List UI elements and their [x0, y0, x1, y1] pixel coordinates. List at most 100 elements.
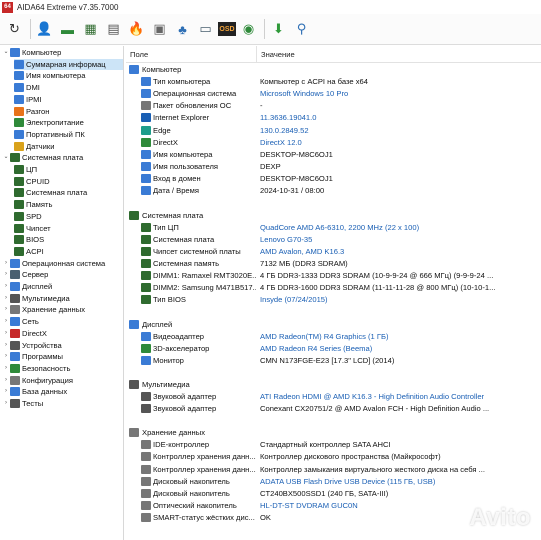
tree-item[interactable]: BIOS	[14, 234, 123, 245]
list-row[interactable]: Edge 130.0.2849.52	[126, 125, 541, 136]
refresh-icon[interactable]: ↻	[4, 19, 25, 40]
tree-item[interactable]: ЦП	[14, 164, 123, 175]
memory-icon[interactable]: ▬	[57, 19, 78, 40]
expand-toggle-icon[interactable]: ›	[2, 269, 10, 280]
list-row[interactable]: Контроллер хранения данн... Контроллер за…	[126, 464, 541, 475]
tree-item[interactable]: Системная плата	[14, 187, 123, 198]
list-row[interactable]: DirectX DirectX 12.0	[126, 137, 541, 148]
list-row[interactable]: Звуковой адаптер ATI Radeon HDMI @ AMD K1…	[126, 391, 541, 402]
navigation-tree[interactable]: ⌄ Компьютер Суммарная информац Имя компьюте…	[0, 46, 124, 540]
field-value[interactable]: Insyde (07/24/2015)	[260, 295, 541, 304]
list-row[interactable]: Видеоадаптер AMD Radeon(TM) R4 Graphics (…	[126, 331, 541, 342]
field-value[interactable]: ADATA USB Flash Drive USB Device (115 ГБ…	[260, 477, 541, 486]
tree-item[interactable]: ⌄ Компьютер	[2, 47, 123, 58]
expand-toggle-icon[interactable]: ›	[2, 328, 10, 339]
expand-toggle-icon[interactable]: ›	[2, 398, 10, 409]
column-header-field[interactable]: Поле	[130, 50, 148, 59]
list-row[interactable]: 3D-акселератор AMD Radeon R4 Series (Beem…	[126, 343, 541, 354]
report-icon[interactable]: ▤	[103, 19, 124, 40]
list-row[interactable]: Дата / Время 2024-10-31 / 08:00	[126, 185, 541, 196]
tree-item[interactable]: DMI	[14, 82, 123, 93]
field-value[interactable]: DirectX 12.0	[260, 138, 541, 147]
field-value[interactable]: AMD Avalon, AMD K16.3	[260, 247, 541, 256]
tree-item[interactable]: › Устройства	[2, 340, 123, 351]
list-row[interactable]: Монитор CMN N173FGE-E23 [17.3" LCD] (2014…	[126, 355, 541, 366]
tree-item[interactable]: › Безопасность	[2, 363, 123, 374]
expand-toggle-icon[interactable]: ⌄	[2, 152, 10, 163]
tree-item[interactable]: › Мультимедиа	[2, 293, 123, 304]
expand-toggle-icon[interactable]: ›	[2, 386, 10, 397]
expand-toggle-icon[interactable]: ⌄	[2, 47, 10, 58]
list-row[interactable]: Тип компьютера Компьютер с ACPI на базе x…	[126, 76, 541, 87]
osd-icon[interactable]: OSD	[218, 22, 236, 36]
expand-toggle-icon[interactable]: ›	[2, 304, 10, 315]
tree-item[interactable]: › База данных	[2, 386, 123, 397]
tree-item[interactable]: › Дисплей	[2, 281, 123, 292]
list-row[interactable]: Тип BIOS Insyde (07/24/2015)	[126, 294, 541, 305]
user-icon[interactable]: 👤	[34, 19, 55, 40]
tree-item[interactable]: IPMI	[14, 94, 123, 105]
tree-item[interactable]: › Сервер	[2, 269, 123, 280]
list-row[interactable]: Вход в домен DESKTOP-M8C6OJ1	[126, 173, 541, 184]
list-row[interactable]: Системная плата Lenovo G70-35	[126, 234, 541, 245]
expand-toggle-icon[interactable]: ›	[2, 258, 10, 269]
list-row[interactable]: Internet Explorer 11.3636.19041.0	[126, 112, 541, 123]
tree-item[interactable]: › Сеть	[2, 316, 123, 327]
tree-item[interactable]: › Операционная система	[2, 258, 123, 269]
motherboard-icon[interactable]: ▦	[80, 19, 101, 40]
list-row[interactable]: Имя компьютера DESKTOP-M8C6OJ1	[126, 149, 541, 160]
field-value[interactable]: 130.0.2849.52	[260, 126, 541, 135]
expand-toggle-icon[interactable]: ›	[2, 340, 10, 351]
tree-item[interactable]: › Программы	[2, 351, 123, 362]
expand-toggle-icon[interactable]: ›	[2, 316, 10, 327]
list-row[interactable]: Тип ЦП QuadCore AMD A6-6310, 2200 MHz (22…	[126, 222, 541, 233]
tree-item[interactable]: ACPI	[14, 246, 123, 257]
tree-item[interactable]: Память	[14, 199, 123, 210]
tree-item[interactable]: Суммарная информац	[14, 58, 123, 70]
tree-item[interactable]: Датчики	[14, 141, 123, 152]
expand-toggle-icon[interactable]: ›	[2, 281, 10, 292]
field-value[interactable]: 11.3636.19041.0	[260, 113, 541, 122]
list-row[interactable]: Дисковый накопитель CT240BX500SSD1 (240 Г…	[126, 488, 541, 499]
list-row[interactable]: Имя пользователя DEXP	[126, 161, 541, 172]
tree-item[interactable]: › DirectX	[2, 328, 123, 339]
list-row[interactable]: Контроллер хранения данн... Контроллер ди…	[126, 451, 541, 462]
expand-toggle-icon[interactable]: ›	[2, 363, 10, 374]
field-value[interactable]: QuadCore AMD A6-6310, 2200 MHz (22 x 100…	[260, 223, 541, 232]
field-value[interactable]: ATI Radeon HDMI @ AMD K16.3 - High Defin…	[260, 392, 541, 401]
field-value[interactable]: Microsoft Windows 10 Pro	[260, 89, 541, 98]
column-header-value[interactable]: Значение	[256, 46, 295, 63]
chip-icon[interactable]: ▣	[149, 19, 170, 40]
tree-item[interactable]: Портативный ПК	[14, 129, 123, 140]
expand-toggle-icon[interactable]: ›	[2, 375, 10, 386]
search-icon[interactable]: ⚲	[291, 19, 312, 40]
network-icon[interactable]: ♣	[172, 19, 193, 40]
tree-item[interactable]: Разгон	[14, 106, 123, 117]
tree-item[interactable]: Электропитание	[14, 117, 123, 128]
list-row[interactable]: Системная память 7132 МБ (DDR3 SDRAM)	[126, 258, 541, 269]
expand-toggle-icon[interactable]: ›	[2, 351, 10, 362]
list-row[interactable]: Чипсет системной платы AMD Avalon, AMD K1…	[126, 246, 541, 257]
list-row[interactable]: Операционная система Microsoft Windows 10…	[126, 88, 541, 99]
list-row[interactable]: Пакет обновления ОС -	[126, 100, 541, 111]
tree-item[interactable]: SPD	[14, 211, 123, 222]
field-value[interactable]: AMD Radeon R4 Series (Beema)	[260, 344, 541, 353]
tree-item[interactable]: CPUID	[14, 176, 123, 187]
tree-item[interactable]: › Тесты	[2, 398, 123, 409]
disk-icon[interactable]: ▭	[195, 19, 216, 40]
field-value[interactable]: Lenovo G70-35	[260, 235, 541, 244]
gauge-icon[interactable]: ◉	[238, 19, 259, 40]
tree-item[interactable]: Чипсет	[14, 223, 123, 234]
list-row[interactable]: DIMM1: Ramaxel RMT3020E... 4 ГБ DDR3-1333…	[126, 270, 541, 281]
list-row[interactable]: DIMM2: Samsung M471B517... 4 ГБ DDR3-1600…	[126, 282, 541, 293]
tree-item[interactable]: Имя компьютера	[14, 70, 123, 81]
list-row[interactable]: Звуковой адаптер Conexant CX20751/2 @ AMD…	[126, 403, 541, 414]
tree-item[interactable]: › Конфигурация	[2, 375, 123, 386]
flame-icon[interactable]: 🔥	[126, 19, 147, 40]
tree-item[interactable]: ⌄ Системная плата	[2, 152, 123, 163]
expand-toggle-icon[interactable]: ›	[2, 293, 10, 304]
list-row[interactable]: Дисковый накопитель ADATA USB Flash Drive…	[126, 476, 541, 487]
tree-item[interactable]: › Хранение данных	[2, 304, 123, 315]
field-value[interactable]: AMD Radeon(TM) R4 Graphics (1 ГБ)	[260, 332, 541, 341]
download-icon[interactable]: ⬇	[268, 19, 289, 40]
